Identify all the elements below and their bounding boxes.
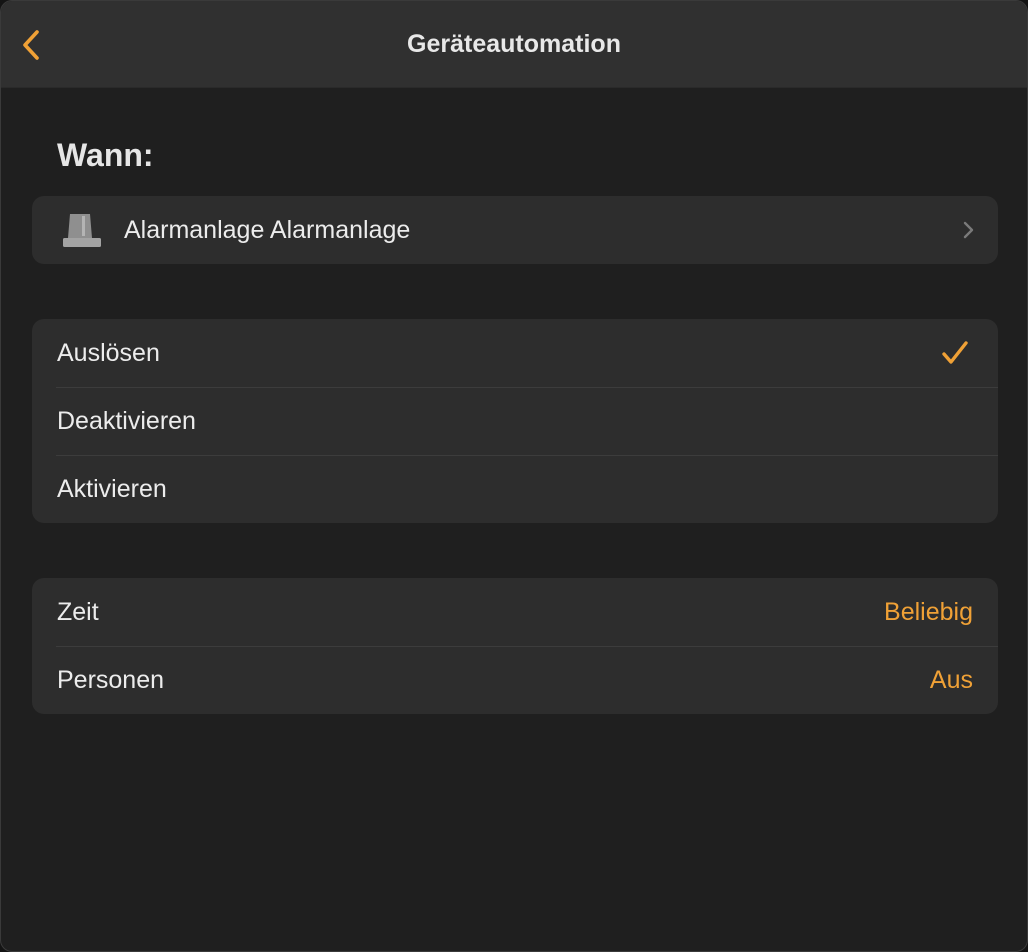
condition-row-people[interactable]: Personen Aus <box>32 646 998 714</box>
checkmark-icon <box>942 341 968 364</box>
trigger-device-row[interactable]: Alarmanlage Alarmanlage <box>32 196 998 264</box>
chevron-right-icon <box>963 221 974 239</box>
option-label: Auslösen <box>57 339 160 367</box>
automation-window: Geräteautomation Wann: Alarmanlage Alarm… <box>0 0 1028 952</box>
option-label: Deaktivieren <box>57 407 196 435</box>
condition-value: Aus <box>929 666 973 694</box>
navigation-bar: Geräteautomation <box>1 1 1027 88</box>
section-label-when: Wann: <box>57 137 154 173</box>
condition-label: Personen <box>57 666 165 694</box>
condition-label: Zeit <box>57 598 99 626</box>
trigger-options-group: Auslösen Deaktivieren Aktivieren <box>32 319 998 523</box>
option-row-activate[interactable]: Aktivieren <box>32 455 998 523</box>
security-system-icon <box>63 214 101 247</box>
condition-row-time[interactable]: Zeit Beliebig <box>32 578 998 646</box>
trigger-device-group: Alarmanlage Alarmanlage <box>32 196 998 264</box>
condition-value: Beliebig <box>884 598 973 626</box>
option-row-deactivate[interactable]: Deaktivieren <box>32 387 998 455</box>
option-row-trigger[interactable]: Auslösen <box>32 319 998 387</box>
page-title: Geräteautomation <box>407 30 621 58</box>
trigger-device-label: Alarmanlage Alarmanlage <box>124 216 411 244</box>
conditions-group: Zeit Beliebig Personen Aus <box>32 578 998 714</box>
option-label: Aktivieren <box>57 475 167 503</box>
